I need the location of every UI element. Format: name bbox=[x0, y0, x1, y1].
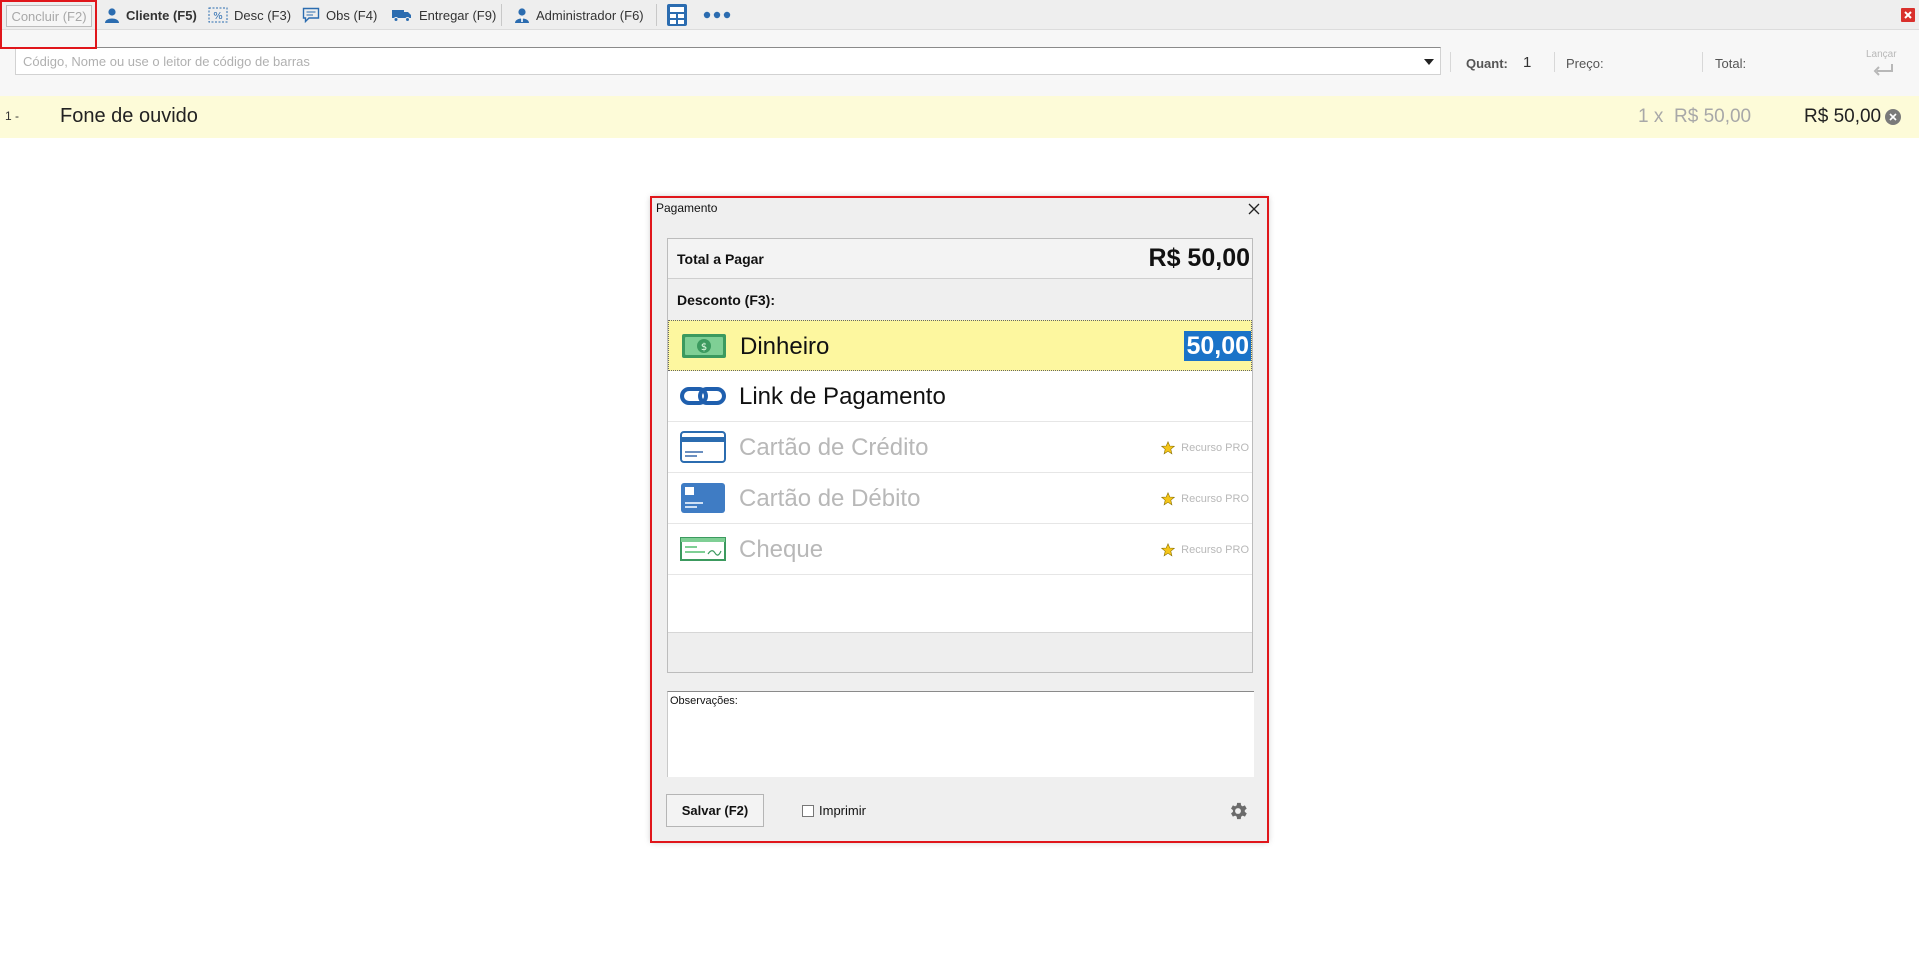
cheque-icon bbox=[680, 537, 726, 561]
administrador-label: Administrador (F6) bbox=[536, 7, 644, 23]
payment-method-credit-card[interactable]: Cartão de Crédito Recurso PRO bbox=[668, 422, 1252, 473]
dialog-title: Pagamento bbox=[656, 201, 718, 215]
svg-text:%: % bbox=[213, 11, 223, 22]
pro-badge-label: Recurso PRO bbox=[1181, 442, 1249, 454]
quant-label: Quant: bbox=[1466, 56, 1508, 71]
discount-icon: % bbox=[208, 7, 228, 23]
debit-card-icon bbox=[681, 483, 725, 513]
item-name: Fone de ouvido bbox=[60, 105, 198, 127]
dialog-close-icon[interactable] bbox=[1247, 202, 1261, 216]
payment-panel-footer bbox=[668, 632, 1252, 672]
product-search-input[interactable]: Código, Nome ou use o leitor de código d… bbox=[15, 47, 1441, 75]
dropdown-arrow-icon[interactable] bbox=[1424, 59, 1434, 65]
pro-badge-label: Recurso PRO bbox=[1181, 493, 1249, 505]
desc-button[interactable]: % Desc (F3) bbox=[208, 0, 291, 30]
quant-value[interactable]: 1 bbox=[1523, 54, 1531, 71]
cash-icon: $ bbox=[682, 334, 726, 358]
toolbar-divider bbox=[501, 4, 502, 26]
user-icon bbox=[105, 8, 119, 23]
desc-label: Desc (F3) bbox=[234, 7, 292, 23]
item-quantity: 1 x bbox=[1638, 106, 1664, 127]
method-label: Cheque bbox=[739, 536, 824, 563]
payment-method-debit-card[interactable]: Cartão de Débito Recurso PRO bbox=[668, 473, 1252, 524]
lancar-label: Lançar bbox=[1866, 49, 1897, 60]
truck-icon bbox=[392, 10, 411, 22]
payment-panel: Total a Pagar R$ 50,00 Desconto (F3): $ … bbox=[667, 238, 1253, 673]
toolbar-divider bbox=[656, 4, 657, 26]
pro-feature-badge: Recurso PRO bbox=[1161, 441, 1249, 455]
main-toolbar: Concluir (F2) Cliente (F5) % Desc (F3) O… bbox=[0, 0, 1919, 30]
total-label: Total: bbox=[1715, 56, 1747, 71]
cliente-label: Cliente (F5) bbox=[126, 7, 197, 23]
enter-arrow-icon[interactable] bbox=[1873, 63, 1895, 77]
print-checkbox[interactable]: Imprimir bbox=[802, 803, 866, 818]
item-unit-price: R$ 50,00 bbox=[1674, 106, 1752, 127]
checkbox-box[interactable] bbox=[802, 804, 814, 817]
method-label: Cartão de Crédito bbox=[739, 434, 929, 461]
concluir-button[interactable]: Concluir (F2) bbox=[6, 5, 92, 27]
star-icon bbox=[1161, 492, 1176, 506]
payment-dialog: Pagamento Total a Pagar R$ 50,00 Descont… bbox=[651, 197, 1268, 842]
entry-divider bbox=[1450, 52, 1451, 72]
obs-label: Obs (F4) bbox=[326, 7, 378, 23]
payment-method-cheque[interactable]: Cheque Recurso PRO bbox=[668, 524, 1252, 575]
total-row: Total a Pagar R$ 50,00 bbox=[668, 239, 1252, 279]
obs-button[interactable]: Obs (F4) bbox=[302, 0, 377, 30]
search-placeholder: Código, Nome ou use o leitor de código d… bbox=[23, 54, 310, 69]
observations-label: Observações: bbox=[670, 695, 738, 707]
entregar-label: Entregar (F9) bbox=[419, 7, 497, 23]
administrador-button[interactable]: Administrador (F6) bbox=[514, 0, 644, 30]
remove-item-icon[interactable] bbox=[1885, 109, 1901, 125]
observations-textarea[interactable]: Observações: bbox=[667, 691, 1254, 777]
pro-feature-badge: Recurso PRO bbox=[1161, 543, 1249, 557]
print-label: Imprimir bbox=[819, 803, 866, 818]
discount-label: Desconto (F3): bbox=[677, 292, 775, 308]
item-number: 1 - bbox=[5, 109, 20, 123]
discount-row[interactable]: Desconto (F3): bbox=[668, 279, 1252, 320]
payment-methods-list: $ Dinheiro 50,00 Link de Pagamento Cartã… bbox=[668, 320, 1252, 632]
credit-card-icon bbox=[680, 431, 726, 463]
sale-item-row[interactable]: 1 - Fone de ouvido 1 x R$ 50,00 R$ 50,00 bbox=[0, 96, 1919, 138]
entregar-button[interactable]: Entregar (F9) bbox=[391, 0, 496, 30]
payment-method-dinheiro[interactable]: $ Dinheiro 50,00 bbox=[668, 320, 1252, 371]
svg-text:$: $ bbox=[701, 342, 707, 353]
cliente-button[interactable]: Cliente (F5) bbox=[104, 0, 197, 30]
save-button[interactable]: Salvar (F2) bbox=[666, 794, 764, 827]
calculator-icon[interactable] bbox=[666, 3, 688, 27]
method-label: Dinheiro bbox=[740, 333, 830, 360]
total-to-pay-label: Total a Pagar bbox=[677, 251, 764, 267]
comment-icon bbox=[302, 7, 320, 23]
admin-user-icon bbox=[515, 8, 529, 23]
entry-divider bbox=[1554, 52, 1555, 72]
star-icon bbox=[1161, 441, 1176, 455]
preco-label: Preço: bbox=[1566, 56, 1604, 71]
star-icon bbox=[1161, 543, 1176, 557]
pro-feature-badge: Recurso PRO bbox=[1161, 492, 1249, 506]
product-entry-bar: Código, Nome ou use o leitor de código d… bbox=[0, 30, 1919, 96]
item-total: R$ 50,00 bbox=[1804, 106, 1882, 127]
pro-badge-label: Recurso PRO bbox=[1181, 544, 1249, 556]
cash-amount-input[interactable]: 50,00 bbox=[1184, 331, 1251, 361]
close-window-icon[interactable] bbox=[1901, 8, 1915, 22]
more-options-icon[interactable] bbox=[703, 11, 731, 19]
payment-method-link[interactable]: Link de Pagamento bbox=[668, 371, 1252, 422]
method-label: Link de Pagamento bbox=[739, 383, 946, 410]
method-label: Cartão de Débito bbox=[739, 485, 921, 512]
entry-divider bbox=[1702, 52, 1703, 72]
total-to-pay-value: R$ 50,00 bbox=[1148, 244, 1250, 272]
link-icon bbox=[680, 387, 726, 405]
gear-icon[interactable] bbox=[1227, 800, 1249, 822]
